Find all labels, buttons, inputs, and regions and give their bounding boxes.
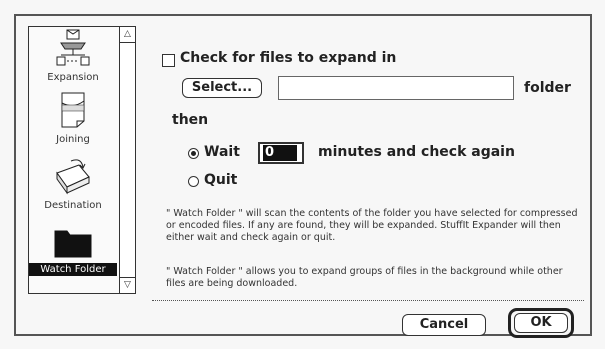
joining-icon — [61, 92, 85, 128]
sidebar-item-watch-folder[interactable]: Watch Folder — [29, 225, 117, 276]
preferences-dialog: Expansion Joining Destination Watch Fold… — [14, 14, 592, 338]
sidebar: Expansion Joining Destination Watch Fold… — [28, 26, 136, 294]
destination-icon — [56, 159, 90, 195]
scroll-up-arrow-icon[interactable]: △ — [120, 27, 135, 43]
sidebar-item-joining[interactable]: Joining — [29, 91, 117, 146]
folder-path-field[interactable] — [278, 76, 514, 100]
sidebar-item-destination[interactable]: Destination — [29, 155, 117, 212]
scroll-down-arrow-icon[interactable]: ▽ — [120, 277, 135, 293]
minutes-value: 0 — [263, 145, 297, 161]
sidebar-item-expansion[interactable]: Expansion — [29, 29, 117, 84]
minutes-suffix-label: minutes and check again — [318, 144, 515, 160]
select-folder-button[interactable]: Select... — [182, 78, 262, 98]
quit-label: Quit — [204, 172, 238, 188]
wait-label: Wait — [204, 144, 240, 160]
expansion-icon — [56, 29, 90, 66]
folder-label: folder — [524, 80, 571, 96]
check-for-files-checkbox[interactable] — [162, 54, 175, 67]
then-label: then — [172, 112, 209, 128]
wait-radio[interactable] — [188, 148, 199, 159]
quit-radio[interactable] — [188, 176, 199, 187]
sidebar-item-label: Joining — [56, 134, 90, 145]
divider — [152, 300, 584, 301]
watch-folder-background-note: " Watch Folder " allows you to expand gr… — [166, 266, 563, 289]
watch-folder-description: " Watch Folder " will scan the contents … — [166, 208, 578, 243]
check-for-files-label: Check for files to expand in — [180, 50, 397, 66]
minutes-field[interactable]: 0 — [258, 142, 304, 164]
sidebar-item-label: Destination — [44, 200, 102, 211]
ok-button[interactable]: OK — [514, 313, 568, 333]
sidebar-item-label: Watch Folder — [29, 263, 117, 276]
ok-button-default-ring: OK — [508, 308, 574, 338]
sidebar-scrollbar[interactable]: △ ▽ — [119, 27, 135, 293]
sidebar-item-label: Expansion — [47, 72, 99, 83]
folder-icon — [54, 230, 92, 258]
cancel-button[interactable]: Cancel — [402, 314, 486, 336]
